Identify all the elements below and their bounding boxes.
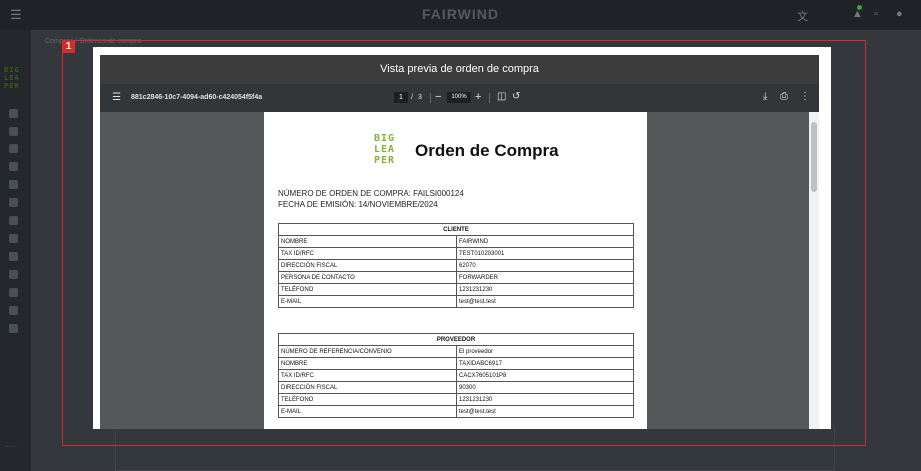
table-row: NOMBRE TAXIDABC6917 <box>278 357 634 370</box>
sidebar-item-icon[interactable] <box>9 324 18 333</box>
sidebar-item-icon[interactable] <box>9 162 18 171</box>
pdf-page: BIG LEA PER Orden de Compra NÚMERO DE OR… <box>264 112 647 429</box>
scrollbar-thumb[interactable] <box>811 122 817 192</box>
sidebar-footer-icon[interactable]: —— <box>5 444 17 450</box>
table-row: DIRECCIÓN FISCAL 62070 <box>278 259 634 272</box>
notification-badge <box>857 5 862 10</box>
print-icon[interactable]: ⎙ <box>780 92 788 102</box>
pdf-viewer: ☰ 881c2846-10c7-4094-ad60-c424054f5f4a 1… <box>100 84 819 429</box>
table-row: PERSONA DE CONTACTO FORWARDER <box>278 271 634 284</box>
issue-date: FECHA DE EMISIÓN: 14/NOVIEMBRE/2024 <box>278 200 438 209</box>
sidebar-logo: BIG LEA PER <box>4 66 20 90</box>
sidebar-item-icon[interactable] <box>9 288 18 297</box>
pdf-filename: 881c2846-10c7-4094-ad60-c424054f5f4a <box>131 94 263 101</box>
table-row: E-MAIL test@test.test <box>278 295 634 308</box>
sidebar-item-icon[interactable] <box>9 306 18 315</box>
table-row: TAX ID/RFC CACX7605101P8 <box>278 369 634 382</box>
chat-icon[interactable]: ▫ <box>874 8 878 20</box>
sidebar-item-icon[interactable] <box>9 144 18 153</box>
zoom-level[interactable]: 100% <box>447 92 471 103</box>
highlight-label: 1 <box>62 40 75 53</box>
order-number: NÚMERO DE ORDEN DE COMPRA: FAILSI000124 <box>278 189 464 198</box>
app-brand: FAIRWIND <box>422 6 499 22</box>
sidebar-item-icon[interactable] <box>9 270 18 279</box>
account-icon[interactable]: ● <box>896 8 903 20</box>
rotate-icon[interactable]: ↺ <box>512 92 520 102</box>
sidebar: BIG LEA PER —— <box>0 30 31 471</box>
table-row: NÚMERO DE REFERENCIA/CONVENIO El proveedo… <box>278 345 634 358</box>
client-table-header: CLIENTE <box>278 223 634 236</box>
preview-modal: Vista previa de orden de compra ☰ 881c28… <box>93 47 831 429</box>
fit-page-icon[interactable]: ◫ <box>497 92 506 102</box>
menu-icon[interactable]: ☰ <box>112 92 121 104</box>
document-title: Orden de Compra <box>415 141 559 160</box>
toolbar-divider <box>430 93 431 103</box>
bigleaper-logo: BIG LEA PER <box>374 133 396 166</box>
page-total: 3 <box>418 94 422 101</box>
table-row: TAX ID/RFC TEST010203001 <box>278 247 634 260</box>
sidebar-item-icon[interactable] <box>9 198 18 207</box>
page-separator: / <box>411 94 413 101</box>
modal-title: Vista previa de orden de compra <box>100 55 819 84</box>
download-icon[interactable]: ⤓ <box>763 92 767 102</box>
table-row: E-MAIL test@test.test <box>278 405 634 418</box>
table-row: NOMBRE FAIRWIND <box>278 235 634 248</box>
table-row: DIRECCIÓN FISCAL 90300 <box>278 381 634 394</box>
zoom-in-icon[interactable]: + <box>475 92 481 103</box>
sidebar-item-icon[interactable] <box>9 109 18 118</box>
toolbar-divider <box>489 93 490 103</box>
more-icon[interactable]: ⋮ <box>800 92 810 102</box>
pdf-toolbar: ☰ 881c2846-10c7-4094-ad60-c424054f5f4a 1… <box>100 84 819 112</box>
translate-icon[interactable]: 文 <box>797 8 808 24</box>
table-row: TELÉFONO 1231231230 <box>278 283 634 296</box>
sidebar-item-icon[interactable] <box>9 252 18 261</box>
viewer-scrollbar[interactable] <box>809 112 819 429</box>
app-topbar: ☰ FAIRWIND 文 ▲ ▫ ● <box>0 0 921 30</box>
supplier-table: PROVEEDOR NÚMERO DE REFERENCIA/CONVENIO E… <box>278 333 634 418</box>
zoom-out-icon[interactable]: − <box>435 92 441 103</box>
sidebar-item-icon[interactable] <box>9 216 18 225</box>
sidebar-item-icon[interactable] <box>9 234 18 243</box>
sidebar-item-icon[interactable] <box>9 127 18 136</box>
supplier-table-header: PROVEEDOR <box>278 333 634 346</box>
client-table: CLIENTE NOMBRE FAIRWIND TAX ID/RFC TEST010… <box>278 223 634 308</box>
page-number-input[interactable]: 1 <box>394 92 408 103</box>
table-row: TELÉFONO 1231231230 <box>278 393 634 406</box>
sidebar-item-icon[interactable] <box>9 180 18 189</box>
notifications-icon[interactable]: ▲ <box>852 8 863 20</box>
